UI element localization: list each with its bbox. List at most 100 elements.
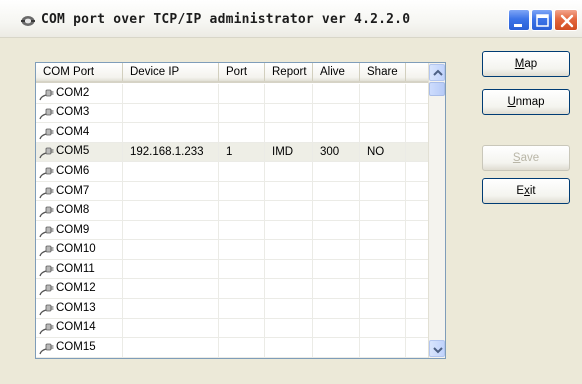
port-cell [219,123,265,142]
list-row-com13[interactable]: COM13 [36,299,429,319]
column-header-report[interactable]: Report [265,63,313,81]
list-row-com15[interactable]: COM15 [36,338,429,358]
com-port-label: COM13 [56,301,96,314]
filler-cell [406,142,429,162]
serial-plug-icon [39,226,54,237]
filler-cell [406,318,429,338]
share-cell [360,123,406,142]
com-port-label: COM4 [56,125,90,138]
share-cell [360,279,406,299]
com-port-label: COM7 [56,184,90,197]
serial-plug-icon [39,167,54,179]
filler-cell [406,279,429,299]
alive-cell [313,201,360,220]
device-ip-cell [123,240,219,259]
serial-plug-icon [39,108,54,120]
port-cell [219,279,265,299]
port-cell [219,162,265,181]
chevron-up-icon [433,69,443,76]
report-cell [265,259,313,279]
port-cell [219,103,265,123]
scroll-thumb[interactable] [429,82,445,96]
column-header-port[interactable]: Port [219,63,265,81]
share-cell [360,220,406,240]
com-port-cell: COM7 [36,181,123,201]
alive-cell [313,299,360,318]
column-header-alive[interactable]: Alive [313,63,360,81]
com-port-cell: COM2 [36,84,123,103]
close-button[interactable] [554,9,578,31]
com-port-cell: COM9 [36,220,123,240]
list-row-com5[interactable]: COM5 192.168.1.233 1 IMD 300 NO [36,142,429,163]
alive-cell [313,220,360,240]
list-row-com6[interactable]: COM6 [36,162,429,182]
com-port-cell: COM15 [36,338,123,357]
list-row-com4[interactable]: COM4 [36,123,429,143]
com-port-label: COM11 [56,262,95,275]
com-port-cell: COM10 [36,240,123,259]
filler-cell [406,201,429,220]
report-cell [265,162,313,181]
alive-cell [313,103,360,123]
minimize-button[interactable] [508,9,530,31]
scroll-up-button[interactable] [429,64,445,81]
list-row-com3[interactable]: COM3 [36,103,429,124]
share-cell [360,259,406,279]
exit-button-label: it [529,185,536,197]
title-bar[interactable]: COM port over TCP/IP administrator ver 4… [0,0,582,38]
port-cell [219,181,265,201]
list-row-com10[interactable]: COM10 [36,240,429,260]
map-button[interactable]: Map [482,51,570,77]
filler-cell [406,123,429,142]
list-body: COM2 COM3 COM4 COM5 192.168.1.233 1 IMD 300 NO CO… [36,84,429,358]
list-row-com14[interactable]: COM14 [36,318,429,339]
list-header: COM Port Device IP Port Report Alive Sha… [36,63,429,83]
list-row-com8[interactable]: COM8 [36,201,429,221]
serial-plug-icon [39,187,54,198]
serial-plug-icon [39,343,54,355]
share-cell [360,338,406,357]
report-cell [265,181,313,201]
com-port-label: COM15 [56,340,96,353]
serial-plug-icon [39,323,54,335]
port-cell [219,201,265,220]
com-port-list[interactable]: COM Port Device IP Port Report Alive Sha… [35,62,446,359]
port-cell [219,240,265,259]
list-row-com12[interactable]: COM12 [36,279,429,300]
list-row-com11[interactable]: COM11 [36,259,429,280]
device-ip-cell [123,259,219,279]
device-ip-cell: 192.168.1.233 [123,142,219,162]
alive-cell [313,279,360,299]
column-header-share[interactable]: Share [360,63,406,81]
chevron-down-icon [433,347,443,354]
report-cell [265,84,313,103]
serial-plug-icon [39,265,54,276]
com-port-label: COM14 [56,321,96,334]
network-app-icon [21,16,35,26]
scroll-down-button[interactable] [429,340,445,357]
save-button[interactable]: Save [482,145,570,171]
com-port-cell: COM12 [36,279,123,299]
save-button-label: ave [520,152,540,164]
serial-plug-icon [39,128,54,140]
column-header-com-port[interactable]: COM Port [36,63,123,81]
list-row-com2[interactable]: COM2 [36,84,429,104]
alive-cell [313,123,360,142]
vertical-scrollbar[interactable] [428,63,445,358]
unmap-button-mnemonic: U [507,96,516,108]
list-row-com9[interactable]: COM9 [36,220,429,241]
column-header-device-ip[interactable]: Device IP [123,63,219,81]
com-port-cell: COM3 [36,103,123,123]
device-ip-cell [123,318,219,338]
serial-plug-icon [39,284,54,296]
exit-button[interactable]: Exit [482,178,570,204]
alive-cell [313,240,360,259]
unmap-button[interactable]: Unmap [482,89,570,115]
com-port-label: COM8 [56,204,90,217]
port-cell: 1 [219,142,265,162]
com-port-cell: COM6 [36,162,123,181]
maximize-button[interactable] [531,9,553,31]
device-ip-cell [123,279,219,299]
window-title: COM port over TCP/IP administrator ver 4… [41,12,411,27]
list-row-com7[interactable]: COM7 [36,181,429,202]
